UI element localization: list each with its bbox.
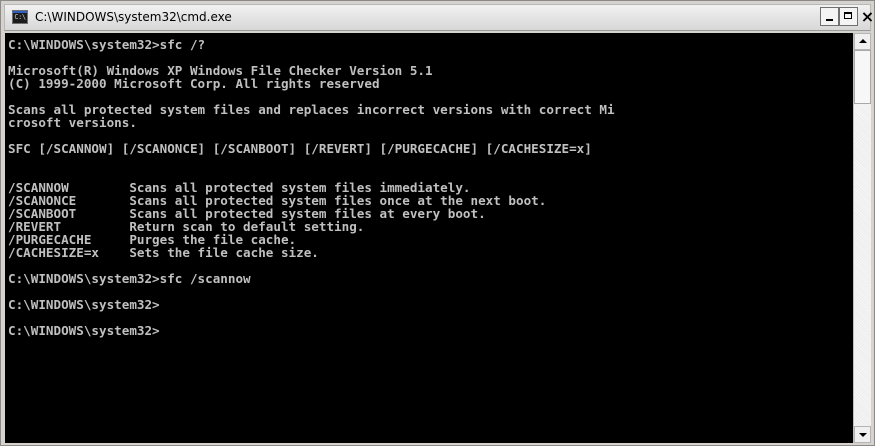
console-line: C:\WINDOWS\system32>sfc /? [8, 37, 206, 52]
console-line: crosoft versions. [8, 115, 137, 130]
console-line: C:\WINDOWS\system32> [8, 323, 160, 338]
minimize-button[interactable] [820, 7, 839, 26]
scroll-down-button[interactable] [854, 426, 871, 443]
cmd-icon[interactable]: C:\ [12, 10, 28, 24]
maximize-button[interactable] [839, 7, 858, 26]
console-area[interactable]: C:\WINDOWS\system32>sfc /? Microsoft(R) W… [5, 33, 871, 443]
console-output[interactable]: C:\WINDOWS\system32>sfc /? Microsoft(R) W… [5, 33, 853, 443]
scroll-up-button[interactable] [854, 33, 871, 50]
close-icon: × [860, 7, 875, 26]
console-line: /CACHESIZE=x Sets the file cache size. [8, 245, 319, 260]
console-line: C:\WINDOWS\system32>sfc /scannow [8, 271, 251, 286]
window-title: C:\WINDOWS\system32\cmd.exe [35, 10, 232, 24]
vertical-scrollbar[interactable] [853, 33, 871, 443]
close-button[interactable]: × [858, 7, 875, 26]
scrollbar-thumb[interactable] [854, 50, 871, 104]
title-bar[interactable]: C:\ C:\WINDOWS\system32\cmd.exe × [4, 4, 874, 31]
console-line: C:\WINDOWS\system32> [8, 297, 160, 312]
console-line: (C) 1999-2000 Microsoft Corp. All rights… [8, 76, 380, 91]
cmd-window: C:\ C:\WINDOWS\system32\cmd.exe × C:\WIN… [0, 0, 875, 446]
console-line: SFC [/SCANNOW] [/SCANONCE] [/SCANBOOT] [… [8, 141, 592, 156]
